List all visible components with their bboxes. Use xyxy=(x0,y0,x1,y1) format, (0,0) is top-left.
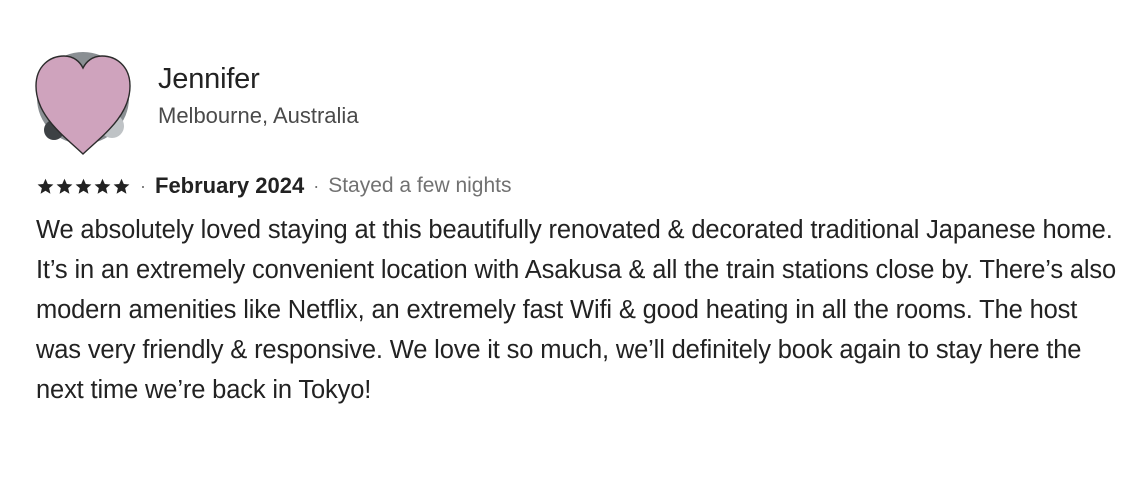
review-date: February 2024 xyxy=(155,173,305,198)
star-icon xyxy=(113,178,130,194)
star-icon xyxy=(56,178,73,194)
separator-dot: · xyxy=(313,175,320,196)
avatar[interactable] xyxy=(34,48,132,158)
star-icon xyxy=(37,178,54,194)
star-icon xyxy=(94,178,111,194)
heart-avatar-icon xyxy=(35,52,131,155)
review-text: We absolutely loved staying at this beau… xyxy=(36,216,1117,404)
reviewer-location: Melbourne, Australia xyxy=(158,103,359,128)
stay-length: Stayed a few nights xyxy=(328,174,512,197)
star-rating xyxy=(36,177,131,196)
reviewer-info: Jennifer Melbourne, Australia xyxy=(158,62,359,130)
reviewer-header: Jennifer Melbourne, Australia xyxy=(34,48,359,158)
review-card: Jennifer Melbourne, Australia · February… xyxy=(0,0,1147,488)
heart-shape xyxy=(35,55,131,155)
separator-dot: · xyxy=(140,175,146,196)
reviewer-name[interactable]: Jennifer xyxy=(158,62,359,96)
star-icon xyxy=(75,178,92,194)
review-meta: · February 2024 · Stayed a few nights xyxy=(36,172,511,200)
